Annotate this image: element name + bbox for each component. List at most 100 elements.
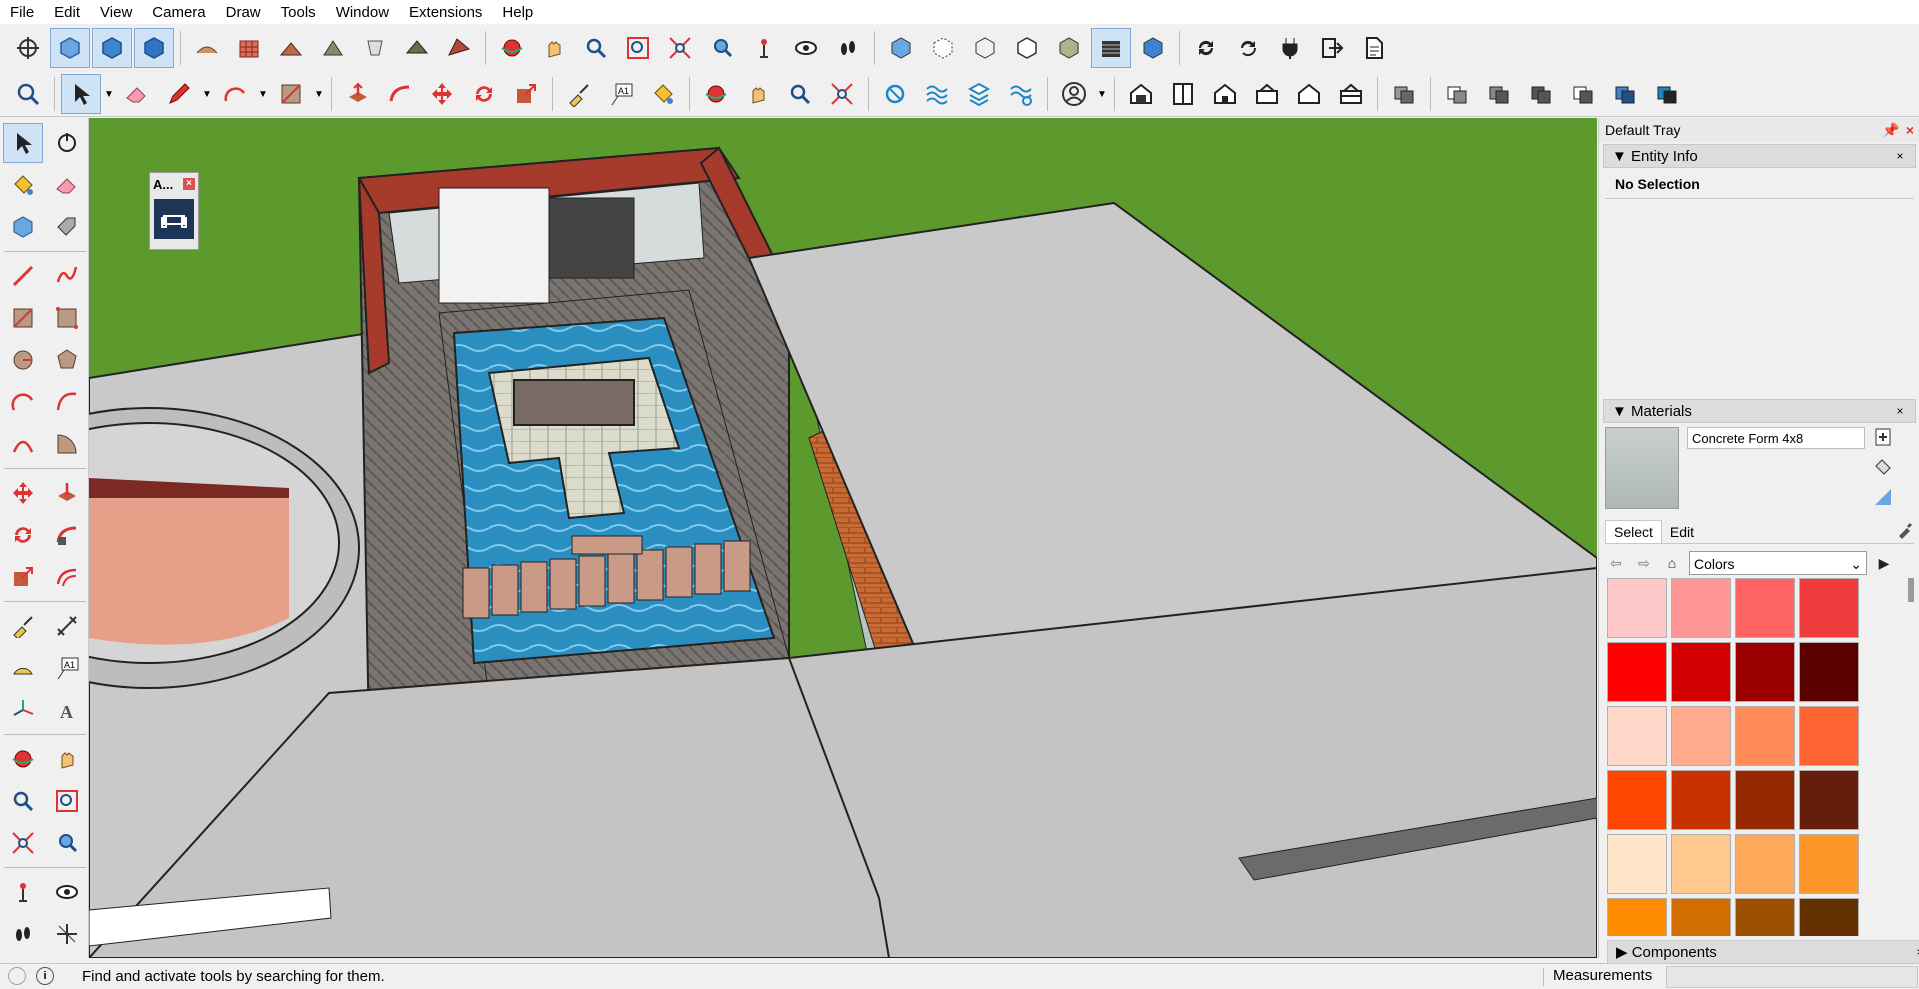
- rotate-icon[interactable]: [3, 515, 43, 555]
- section-settings-icon[interactable]: [1001, 74, 1041, 114]
- move-icon[interactable]: [3, 473, 43, 513]
- smoove-icon[interactable]: [271, 28, 311, 68]
- make-component-icon[interactable]: [3, 207, 43, 247]
- hidden-line-icon[interactable]: [1007, 28, 1047, 68]
- intersect-icon[interactable]: [1479, 74, 1519, 114]
- back-arrow-icon[interactable]: ⇦: [1605, 552, 1627, 574]
- scrollbar-thumb[interactable]: [1908, 578, 1914, 602]
- home-icon[interactable]: ⌂: [1661, 552, 1683, 574]
- 3d-scene[interactable]: [89, 118, 1597, 958]
- zoom-icon[interactable]: [576, 28, 616, 68]
- section-plane-icon[interactable]: [47, 914, 87, 954]
- color-swatch[interactable]: [1607, 834, 1667, 894]
- color-swatch[interactable]: [1607, 642, 1667, 702]
- front-view-icon[interactable]: [134, 28, 174, 68]
- color-swatch[interactable]: [1607, 578, 1667, 638]
- close-icon[interactable]: ×: [1913, 945, 1919, 959]
- menu-window[interactable]: Window: [326, 4, 399, 21]
- color-swatch[interactable]: [1799, 706, 1859, 766]
- stamp-icon[interactable]: [313, 28, 353, 68]
- scale-icon[interactable]: [3, 557, 43, 597]
- section-plane-icon[interactable]: [875, 74, 915, 114]
- xray-style-icon[interactable]: [881, 28, 921, 68]
- zoom-extents-icon[interactable]: [822, 74, 862, 114]
- pin-icon[interactable]: 📌: [1882, 122, 1899, 139]
- color-swatch[interactable]: [1607, 898, 1667, 936]
- parallel-projection-icon[interactable]: [8, 28, 48, 68]
- menu-view[interactable]: View: [90, 4, 142, 21]
- entity-info-header[interactable]: ▼ Entity Info ×: [1603, 144, 1916, 168]
- color-swatch[interactable]: [1671, 898, 1731, 936]
- zoom-window-icon[interactable]: [618, 28, 658, 68]
- trim-icon[interactable]: [1605, 74, 1645, 114]
- create-material-icon[interactable]: [1873, 427, 1893, 447]
- arc-icon[interactable]: [215, 74, 255, 114]
- chevron-down-icon[interactable]: ▼: [102, 74, 116, 114]
- sandbox-from-contours-icon[interactable]: [187, 28, 227, 68]
- georeference-icon[interactable]: [8, 967, 26, 985]
- paint-bucket-icon[interactable]: [3, 165, 43, 205]
- info-icon[interactable]: i: [36, 967, 54, 985]
- color-swatch[interactable]: [1671, 834, 1731, 894]
- dimension-icon[interactable]: [47, 606, 87, 646]
- shaded-with-textures-icon[interactable]: [1091, 28, 1131, 68]
- text-icon[interactable]: A1: [47, 648, 87, 688]
- model-viewport[interactable]: A... ×: [89, 118, 1597, 958]
- color-swatch[interactable]: [1799, 642, 1859, 702]
- pan-icon[interactable]: [47, 739, 87, 779]
- protractor-icon[interactable]: [3, 648, 43, 688]
- move-icon[interactable]: [422, 74, 462, 114]
- outer-shell-icon[interactable]: [1437, 74, 1477, 114]
- flip-edge-icon[interactable]: [439, 28, 479, 68]
- subtract-icon[interactable]: [1563, 74, 1603, 114]
- top-view-icon[interactable]: [92, 28, 132, 68]
- rotate-icon[interactable]: [464, 74, 504, 114]
- pan-icon[interactable]: [534, 28, 574, 68]
- menu-extensions[interactable]: Extensions: [399, 4, 492, 21]
- text-icon[interactable]: A1: [601, 74, 641, 114]
- color-swatch[interactable]: [1799, 898, 1859, 936]
- pan-icon[interactable]: [738, 74, 778, 114]
- eraser-icon[interactable]: [47, 165, 87, 205]
- details-arrow-icon[interactable]: ▶: [1873, 552, 1895, 574]
- tab-edit[interactable]: Edit: [1662, 521, 1702, 543]
- zoom-extents-icon[interactable]: [660, 28, 700, 68]
- zoom-extents-icon[interactable]: [3, 823, 43, 863]
- union-icon[interactable]: [1521, 74, 1561, 114]
- zoom-icon[interactable]: [780, 74, 820, 114]
- extension-warehouse-icon[interactable]: [1163, 74, 1203, 114]
- wireframe-icon[interactable]: [965, 28, 1005, 68]
- previous-view-icon[interactable]: [47, 823, 87, 863]
- color-swatch[interactable]: [1671, 770, 1731, 830]
- orbit-icon[interactable]: [696, 74, 736, 114]
- house-outline-icon[interactable]: [1289, 74, 1329, 114]
- color-swatch[interactable]: [1735, 706, 1795, 766]
- drape-icon[interactable]: [355, 28, 395, 68]
- color-swatch[interactable]: [1735, 898, 1795, 936]
- follow-me-icon[interactable]: [47, 515, 87, 555]
- position-camera-icon[interactable]: [3, 872, 43, 912]
- menu-file[interactable]: File: [0, 4, 44, 21]
- color-swatch[interactable]: [1671, 642, 1731, 702]
- zoom-window-icon[interactable]: [47, 781, 87, 821]
- pie-icon[interactable]: [47, 424, 87, 464]
- menu-help[interactable]: Help: [492, 4, 543, 21]
- two-point-arc-icon[interactable]: [47, 382, 87, 422]
- warehouse-icon[interactable]: [1121, 74, 1161, 114]
- chevron-down-icon[interactable]: ▼: [256, 74, 270, 114]
- components-header[interactable]: ▶ Components ×: [1607, 940, 1919, 964]
- color-swatch[interactable]: [1799, 834, 1859, 894]
- measurements-input[interactable]: [1666, 966, 1918, 988]
- menu-camera[interactable]: Camera: [142, 4, 215, 21]
- material-library-select[interactable]: Colors ⌄: [1689, 551, 1867, 575]
- share-model-icon[interactable]: [1247, 74, 1287, 114]
- three-point-arc-icon[interactable]: [3, 424, 43, 464]
- search-icon[interactable]: [8, 74, 48, 114]
- color-swatch[interactable]: [1735, 770, 1795, 830]
- color-swatch[interactable]: [1607, 770, 1667, 830]
- tape-measure-icon[interactable]: [559, 74, 599, 114]
- color-swatch[interactable]: [1735, 642, 1795, 702]
- rotated-rectangle-icon[interactable]: [47, 298, 87, 338]
- select-tool-icon[interactable]: [3, 123, 43, 163]
- polygon-icon[interactable]: [47, 340, 87, 380]
